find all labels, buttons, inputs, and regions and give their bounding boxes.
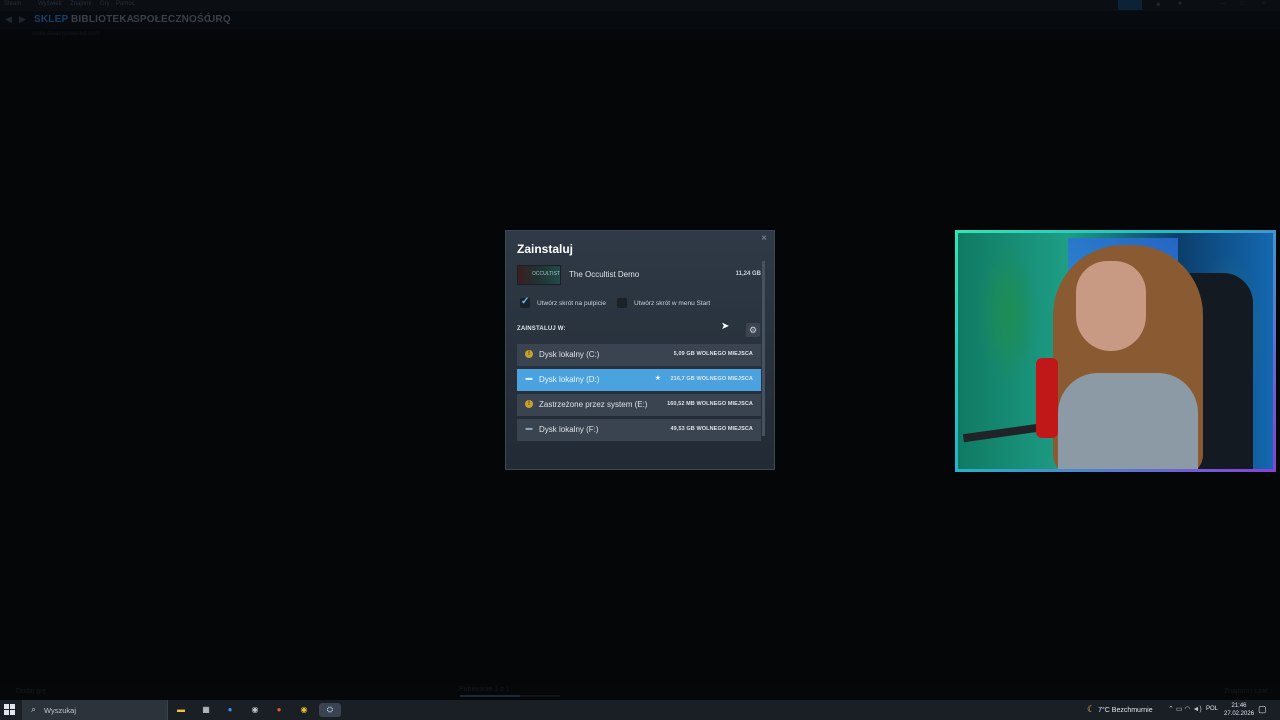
menu-item-view[interactable]: Wyświetl xyxy=(38,1,62,7)
menu-item-friends[interactable]: Znajomi xyxy=(70,1,91,7)
dialog-scrollbar[interactable] xyxy=(762,261,765,436)
chrome-dev-icon[interactable]: ◉ xyxy=(248,703,262,717)
forward-arrow-icon[interactable]: ▶ xyxy=(19,14,26,25)
checkmark-icon: ✓ xyxy=(521,296,530,307)
start-menu-shortcut-label: Utwórz skrót w menu Start xyxy=(634,300,711,307)
drive-option-c[interactable]: ! Dysk lokalny (C:) 5,09 GB WOLNEGO MIEJ… xyxy=(517,344,761,366)
search-placeholder: Wyszukaj xyxy=(44,706,77,715)
drive-free-space: 160,52 MB WOLNEGO MIEJSCA xyxy=(667,401,753,407)
game-row: OCCULTIST The Occultist Demo 11,24 GB xyxy=(517,265,761,285)
taskbar-search-input[interactable]: ⌕ Wyszukaj xyxy=(22,700,168,720)
desktop-shortcut-label: Utwórz skrót na pulpicie xyxy=(537,300,606,307)
drive-name: Dysk lokalny (C:) xyxy=(539,350,600,359)
webcam-plant xyxy=(978,243,1038,383)
drive-free-space: 216,7 GB WOLNEGO MIEJSCA xyxy=(670,376,753,382)
minimize-icon[interactable]: — xyxy=(1220,1,1226,7)
download-progress-bar xyxy=(460,695,560,697)
drive-free-space: 49,53 GB WOLNEGO MIEJSCA xyxy=(670,426,753,432)
avatar[interactable]: ■ xyxy=(1178,1,1182,7)
close-icon[interactable]: × xyxy=(758,233,770,245)
drive-name: Dysk lokalny (D:) xyxy=(539,375,600,384)
moon-icon: ☾ xyxy=(1087,704,1096,714)
nav-community[interactable]: SPOŁECZNOŚĆ xyxy=(133,14,211,25)
clock-date: 27.02.2026 xyxy=(1224,711,1255,717)
nav-profile[interactable]: URQ xyxy=(208,14,231,25)
disk-icon: ▬ xyxy=(525,425,533,432)
notification-icon[interactable]: ▢ xyxy=(1258,704,1270,716)
notification-badge[interactable] xyxy=(1118,0,1142,10)
window-close-icon[interactable]: × xyxy=(1262,1,1266,7)
friends-chat-button[interactable]: Znajomi i czat xyxy=(1224,688,1267,695)
chrome-icon[interactable]: ◉ xyxy=(297,703,311,717)
mouse-cursor-icon: ➤ xyxy=(721,321,730,332)
webcam-overlay xyxy=(955,230,1276,472)
wifi-icon[interactable]: ◠ xyxy=(1184,706,1190,713)
menu-item-help[interactable]: Pomoc xyxy=(116,1,135,7)
back-arrow-icon[interactable]: ◀ xyxy=(5,14,12,25)
drive-option-f[interactable]: ▬ Dysk lokalny (F:) 49,53 GB WOLNEGO MIE… xyxy=(517,419,761,441)
download-progress-fill xyxy=(460,695,520,697)
language-indicator[interactable]: POL xyxy=(1206,706,1218,712)
steam-icon[interactable]: ⛭ xyxy=(319,703,341,717)
weather-widget[interactable]: ☾ 7°C Bezchmurnie xyxy=(1087,704,1153,715)
bell-icon[interactable]: ◆ xyxy=(1156,1,1161,8)
gear-icon[interactable]: ⚙ xyxy=(746,323,760,337)
menu-item-games[interactable]: Gry xyxy=(100,1,110,7)
dialog-title: Zainstaluj xyxy=(517,242,574,256)
brave-icon[interactable]: ● xyxy=(272,703,286,717)
nav-library[interactable]: BIBLIOTEKA xyxy=(71,14,134,25)
webcam-person-shirt xyxy=(1058,373,1198,469)
game-size: 11,24 GB xyxy=(735,271,761,277)
drive-name: Dysk lokalny (F:) xyxy=(539,425,599,434)
disk-icon: ▬ xyxy=(525,375,533,382)
weather-text: 7°C Bezchmurnie xyxy=(1098,707,1153,714)
webcam-microphone xyxy=(1036,358,1058,438)
nav-store[interactable]: SKLEP xyxy=(34,14,68,25)
warning-icon: ! xyxy=(525,350,533,358)
checkbox-box[interactable] xyxy=(617,298,627,308)
clock-time: 21:46 xyxy=(1231,703,1247,709)
drive-free-space: 5,09 GB WOLNEGO MIEJSCA xyxy=(673,351,753,357)
install-dialog: Zainstaluj × OCCULTIST The Occultist Dem… xyxy=(505,230,775,470)
clock[interactable]: 21:46 27.02.2026 xyxy=(1224,702,1254,718)
calculator-icon[interactable]: ▦ xyxy=(199,703,213,717)
search-icon: ⌕ xyxy=(31,704,37,714)
windows-start-icon[interactable] xyxy=(4,704,16,716)
scrollbar-thumb[interactable] xyxy=(762,261,765,436)
menu-item-steam[interactable]: Steam xyxy=(4,1,21,7)
drive-list: ! Dysk lokalny (C:) 5,09 GB WOLNEGO MIEJ… xyxy=(517,344,761,444)
start-menu-shortcut-checkbox[interactable]: Utwórz skrót w menu Start xyxy=(617,298,727,308)
drive-option-d[interactable]: ▬ Dysk lokalny (D:) ★ 216,7 GB WOLNEGO M… xyxy=(517,369,761,391)
webcam-video xyxy=(958,233,1273,469)
network-icon[interactable]: ▭ xyxy=(1176,706,1183,713)
drive-name: Zastrzeżone przez system (E:) xyxy=(539,400,648,409)
steam-urlbar: store.steampowered.com xyxy=(0,29,1280,41)
downloads-status[interactable]: Pobieranie 1 z 1 xyxy=(459,686,510,693)
url-text: store.steampowered.com xyxy=(32,31,100,37)
file-explorer-icon[interactable]: ▬ xyxy=(174,703,188,717)
steam-topright: ◆ ■ — □ × xyxy=(1110,0,1280,11)
maximize-icon[interactable]: □ xyxy=(1240,1,1244,7)
add-game-button[interactable]: Dodaj grę xyxy=(16,688,46,695)
desktop-shortcut-checkbox[interactable]: ✓ Utwórz skrót na pulpicie xyxy=(520,296,620,308)
drive-option-e[interactable]: ! Zastrzeżone przez system (E:) 160,52 M… xyxy=(517,394,761,416)
steam-footer: Dodaj grę Pobieranie 1 z 1 Znajomi i cza… xyxy=(0,684,1280,700)
webcam-person-face xyxy=(1076,261,1146,351)
edge-icon[interactable]: ● xyxy=(223,703,237,717)
install-location-heading: ZAINSTALUJ W: xyxy=(517,326,566,332)
warning-icon: ! xyxy=(525,400,533,408)
steam-menubar: Steam Wyświetl Znajomi Gry Pomoc ◆ ■ — □… xyxy=(0,0,1280,11)
windows-taskbar: ⌕ Wyszukaj ▬ ▦ ● ◉ ● ◉ ⛭ ☾ 7°C Bezchmurni… xyxy=(0,700,1280,720)
default-star-icon: ★ xyxy=(654,375,661,382)
game-thumbnail-logo: OCCULTIST xyxy=(532,271,560,277)
system-tray[interactable]: ⌃ ▭ ◠ ◄) xyxy=(1168,705,1202,713)
game-thumbnail: OCCULTIST xyxy=(517,265,561,285)
volume-icon[interactable]: ◄) xyxy=(1192,706,1201,713)
chevron-up-icon[interactable]: ⌃ xyxy=(1168,706,1174,713)
game-name: The Occultist Demo xyxy=(569,270,640,279)
